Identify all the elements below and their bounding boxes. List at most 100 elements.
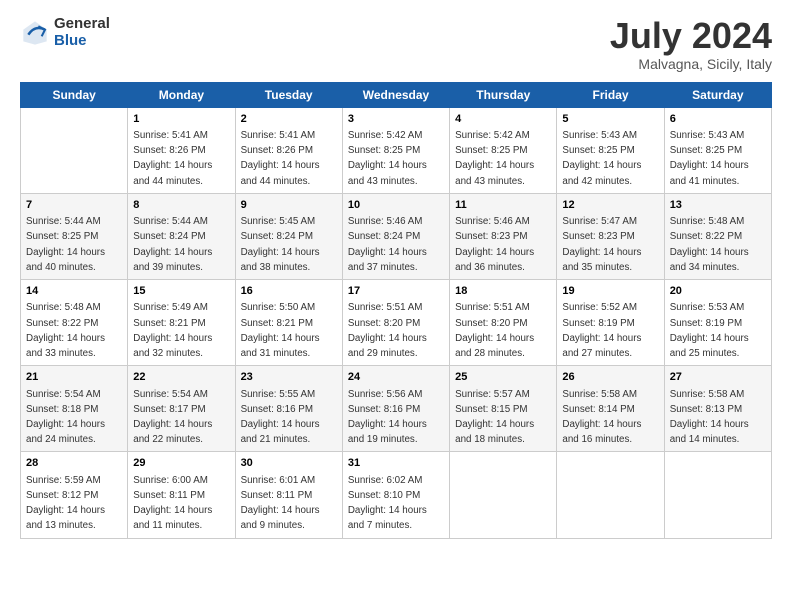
subtitle: Malvagna, Sicily, Italy — [610, 56, 772, 72]
table-row: 7 Sunrise: 5:44 AMSunset: 8:25 PMDayligh… — [21, 193, 128, 279]
day-number: 9 — [241, 198, 337, 213]
day-number: 18 — [455, 284, 551, 299]
main-title: July 2024 — [610, 16, 772, 56]
table-row: 21 Sunrise: 5:54 AMSunset: 8:18 PMDaylig… — [21, 366, 128, 452]
table-row: 29 Sunrise: 6:00 AMSunset: 8:11 PMDaylig… — [128, 452, 235, 538]
table-row: 31 Sunrise: 6:02 AMSunset: 8:10 PMDaylig… — [342, 452, 449, 538]
calendar-week-row: 28 Sunrise: 5:59 AMSunset: 8:12 PMDaylig… — [21, 452, 772, 538]
logo-general-text: General — [54, 16, 110, 33]
table-row: 27 Sunrise: 5:58 AMSunset: 8:13 PMDaylig… — [664, 366, 771, 452]
day-detail: Sunrise: 5:55 AMSunset: 8:16 PMDaylight:… — [241, 389, 320, 446]
table-row — [450, 452, 557, 538]
day-detail: Sunrise: 5:41 AMSunset: 8:26 PMDaylight:… — [241, 130, 320, 187]
day-detail: Sunrise: 5:52 AMSunset: 8:19 PMDaylight:… — [562, 302, 641, 359]
day-detail: Sunrise: 5:48 AMSunset: 8:22 PMDaylight:… — [670, 216, 749, 273]
table-row: 18 Sunrise: 5:51 AMSunset: 8:20 PMDaylig… — [450, 280, 557, 366]
day-number: 15 — [133, 284, 229, 299]
table-row: 11 Sunrise: 5:46 AMSunset: 8:23 PMDaylig… — [450, 193, 557, 279]
table-row: 15 Sunrise: 5:49 AMSunset: 8:21 PMDaylig… — [128, 280, 235, 366]
title-block: July 2024 Malvagna, Sicily, Italy — [610, 16, 772, 72]
table-row — [664, 452, 771, 538]
table-row: 3 Sunrise: 5:42 AMSunset: 8:25 PMDayligh… — [342, 107, 449, 193]
table-row: 4 Sunrise: 5:42 AMSunset: 8:25 PMDayligh… — [450, 107, 557, 193]
table-row: 8 Sunrise: 5:44 AMSunset: 8:24 PMDayligh… — [128, 193, 235, 279]
day-detail: Sunrise: 5:47 AMSunset: 8:23 PMDaylight:… — [562, 216, 641, 273]
day-number: 13 — [670, 198, 766, 213]
table-row: 22 Sunrise: 5:54 AMSunset: 8:17 PMDaylig… — [128, 366, 235, 452]
logo-text: General Blue — [54, 16, 110, 49]
day-detail: Sunrise: 5:45 AMSunset: 8:24 PMDaylight:… — [241, 216, 320, 273]
day-number: 20 — [670, 284, 766, 299]
day-number: 3 — [348, 112, 444, 127]
logo-blue-text: Blue — [54, 33, 110, 50]
day-number: 21 — [26, 370, 122, 385]
day-number: 30 — [241, 456, 337, 471]
day-detail: Sunrise: 5:57 AMSunset: 8:15 PMDaylight:… — [455, 389, 534, 446]
day-number: 31 — [348, 456, 444, 471]
day-detail: Sunrise: 5:43 AMSunset: 8:25 PMDaylight:… — [562, 130, 641, 187]
table-row: 10 Sunrise: 5:46 AMSunset: 8:24 PMDaylig… — [342, 193, 449, 279]
table-row: 5 Sunrise: 5:43 AMSunset: 8:25 PMDayligh… — [557, 107, 664, 193]
day-number: 14 — [26, 284, 122, 299]
day-detail: Sunrise: 5:54 AMSunset: 8:18 PMDaylight:… — [26, 389, 105, 446]
header: General Blue July 2024 Malvagna, Sicily,… — [20, 16, 772, 72]
calendar-week-row: 14 Sunrise: 5:48 AMSunset: 8:22 PMDaylig… — [21, 280, 772, 366]
day-detail: Sunrise: 5:42 AMSunset: 8:25 PMDaylight:… — [348, 130, 427, 187]
table-row: 13 Sunrise: 5:48 AMSunset: 8:22 PMDaylig… — [664, 193, 771, 279]
day-detail: Sunrise: 5:59 AMSunset: 8:12 PMDaylight:… — [26, 475, 105, 532]
col-wednesday: Wednesday — [342, 82, 449, 107]
day-detail: Sunrise: 5:49 AMSunset: 8:21 PMDaylight:… — [133, 302, 212, 359]
table-row: 23 Sunrise: 5:55 AMSunset: 8:16 PMDaylig… — [235, 366, 342, 452]
day-number: 26 — [562, 370, 658, 385]
day-number: 2 — [241, 112, 337, 127]
day-detail: Sunrise: 5:51 AMSunset: 8:20 PMDaylight:… — [348, 302, 427, 359]
day-detail: Sunrise: 5:50 AMSunset: 8:21 PMDaylight:… — [241, 302, 320, 359]
table-row: 6 Sunrise: 5:43 AMSunset: 8:25 PMDayligh… — [664, 107, 771, 193]
calendar-week-row: 21 Sunrise: 5:54 AMSunset: 8:18 PMDaylig… — [21, 366, 772, 452]
col-tuesday: Tuesday — [235, 82, 342, 107]
day-number: 16 — [241, 284, 337, 299]
day-number: 4 — [455, 112, 551, 127]
table-row: 12 Sunrise: 5:47 AMSunset: 8:23 PMDaylig… — [557, 193, 664, 279]
day-number: 12 — [562, 198, 658, 213]
calendar-table: Sunday Monday Tuesday Wednesday Thursday… — [20, 82, 772, 539]
table-row: 25 Sunrise: 5:57 AMSunset: 8:15 PMDaylig… — [450, 366, 557, 452]
day-detail: Sunrise: 5:48 AMSunset: 8:22 PMDaylight:… — [26, 302, 105, 359]
day-number: 11 — [455, 198, 551, 213]
col-friday: Friday — [557, 82, 664, 107]
day-detail: Sunrise: 5:41 AMSunset: 8:26 PMDaylight:… — [133, 130, 212, 187]
day-number: 22 — [133, 370, 229, 385]
day-number: 28 — [26, 456, 122, 471]
day-detail: Sunrise: 5:46 AMSunset: 8:23 PMDaylight:… — [455, 216, 534, 273]
day-detail: Sunrise: 5:53 AMSunset: 8:19 PMDaylight:… — [670, 302, 749, 359]
day-detail: Sunrise: 5:58 AMSunset: 8:14 PMDaylight:… — [562, 389, 641, 446]
day-number: 17 — [348, 284, 444, 299]
logo-icon — [20, 18, 50, 48]
day-number: 10 — [348, 198, 444, 213]
table-row: 17 Sunrise: 5:51 AMSunset: 8:20 PMDaylig… — [342, 280, 449, 366]
table-row: 9 Sunrise: 5:45 AMSunset: 8:24 PMDayligh… — [235, 193, 342, 279]
day-number: 19 — [562, 284, 658, 299]
day-number: 5 — [562, 112, 658, 127]
table-row: 2 Sunrise: 5:41 AMSunset: 8:26 PMDayligh… — [235, 107, 342, 193]
day-number: 6 — [670, 112, 766, 127]
day-detail: Sunrise: 6:02 AMSunset: 8:10 PMDaylight:… — [348, 475, 427, 532]
table-row: 30 Sunrise: 6:01 AMSunset: 8:11 PMDaylig… — [235, 452, 342, 538]
day-detail: Sunrise: 5:44 AMSunset: 8:24 PMDaylight:… — [133, 216, 212, 273]
day-detail: Sunrise: 5:51 AMSunset: 8:20 PMDaylight:… — [455, 302, 534, 359]
calendar-week-row: 1 Sunrise: 5:41 AMSunset: 8:26 PMDayligh… — [21, 107, 772, 193]
day-number: 24 — [348, 370, 444, 385]
table-row: 28 Sunrise: 5:59 AMSunset: 8:12 PMDaylig… — [21, 452, 128, 538]
col-monday: Monday — [128, 82, 235, 107]
day-number: 29 — [133, 456, 229, 471]
col-sunday: Sunday — [21, 82, 128, 107]
col-saturday: Saturday — [664, 82, 771, 107]
day-number: 25 — [455, 370, 551, 385]
day-detail: Sunrise: 5:56 AMSunset: 8:16 PMDaylight:… — [348, 389, 427, 446]
table-row: 24 Sunrise: 5:56 AMSunset: 8:16 PMDaylig… — [342, 366, 449, 452]
day-detail: Sunrise: 5:44 AMSunset: 8:25 PMDaylight:… — [26, 216, 105, 273]
day-number: 8 — [133, 198, 229, 213]
day-number: 27 — [670, 370, 766, 385]
day-detail: Sunrise: 5:54 AMSunset: 8:17 PMDaylight:… — [133, 389, 212, 446]
table-row: 16 Sunrise: 5:50 AMSunset: 8:21 PMDaylig… — [235, 280, 342, 366]
